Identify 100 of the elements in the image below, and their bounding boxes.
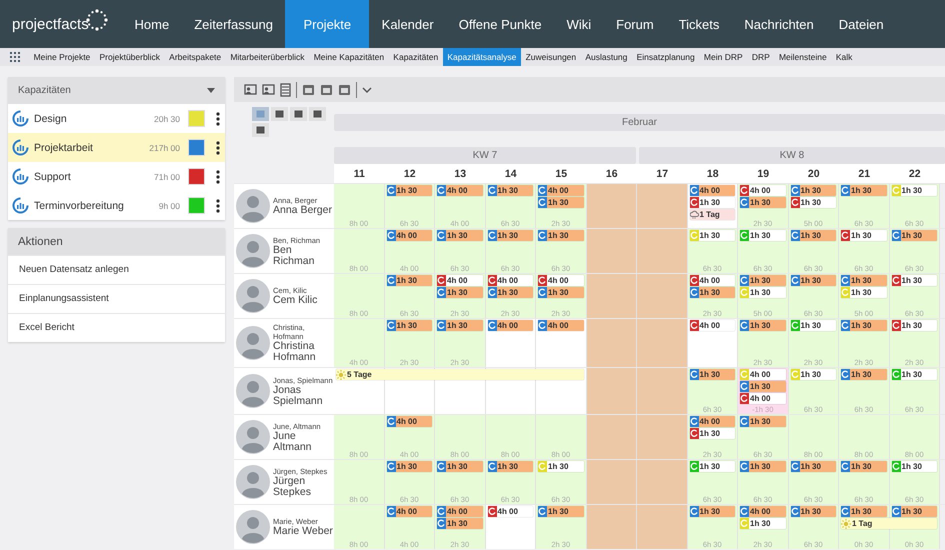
booking-entry[interactable]: 4h 00 [690, 185, 735, 196]
booking-entry[interactable]: 1h 30 [892, 185, 937, 196]
booking-entry[interactable]: 1h 30 [740, 381, 786, 392]
calendar-icon[interactable] [320, 83, 333, 96]
booking-entry[interactable]: 4h 00 [386, 416, 432, 427]
subnav-tab[interactable]: DRP [747, 48, 774, 66]
booking-entry[interactable]: 4h 00 [740, 369, 786, 380]
more-menu-icon[interactable] [216, 198, 220, 212]
nav-tab[interactable]: Home [122, 0, 182, 48]
booking-entry[interactable]: 4h 00 [437, 275, 482, 286]
booking-entry[interactable]: 1h 30 [790, 197, 836, 208]
view-button[interactable] [309, 107, 326, 121]
capacity-dropdown[interactable]: Kapazitäten [8, 77, 225, 104]
subnav-tab[interactable]: Meine Projekte [29, 48, 95, 66]
nav-tab[interactable]: Projekte [285, 0, 370, 48]
subnav-tab[interactable]: Projektüberblick [94, 48, 165, 66]
action-link[interactable]: Neuen Datensatz anlegen [8, 255, 225, 284]
booking-entry[interactable]: 4h 00 [437, 506, 482, 517]
booking-entry[interactable]: 1h 30 [892, 230, 937, 241]
booking-entry[interactable]: 1h 30 [437, 461, 482, 472]
booking-entry[interactable]: 1h 30 [841, 230, 886, 241]
booking-entry[interactable]: 1h 30 [690, 369, 735, 380]
subnav-tab[interactable]: Einsatzplanung [632, 48, 700, 66]
nav-tab[interactable]: Offene Punkte [446, 0, 554, 48]
view-button[interactable] [271, 107, 288, 121]
booking-entry[interactable]: 1h 30 [740, 518, 786, 529]
booking-entry[interactable]: 1h 30 [841, 275, 886, 286]
booking-entry[interactable]: 1h 30 [892, 320, 937, 331]
booking-entry[interactable]: 1h 30 [892, 275, 937, 286]
vacation-bar[interactable]: 5 Tage [336, 369, 584, 380]
chevron-down-icon[interactable] [362, 86, 372, 92]
booking-entry[interactable]: 1h 30 [690, 506, 735, 517]
booking-entry[interactable]: 1h 30 [488, 185, 533, 196]
booking-entry[interactable]: 1h 30 [386, 320, 432, 331]
subnav-tab[interactable]: Mein DRP [699, 48, 748, 66]
nav-tab[interactable]: Wiki [554, 0, 604, 48]
view-button[interactable] [290, 107, 307, 121]
booking-entry[interactable]: 1h 30 [538, 461, 584, 472]
booking-entry[interactable]: 1h 30 [740, 197, 786, 208]
capacity-item[interactable]: Projektarbeit 217h 00 [8, 133, 225, 162]
booking-entry[interactable]: 4h 00 [386, 230, 432, 241]
booking-entry[interactable]: 4h 00 [538, 320, 584, 331]
subnav-tab[interactable]: Kapazitätsanalyse [442, 48, 521, 66]
booking-entry[interactable]: 1h 30 [488, 287, 533, 298]
booking-entry[interactable]: 1h 30 [488, 461, 533, 472]
booking-entry[interactable]: 4h 00 [538, 275, 584, 286]
booking-entry[interactable]: 1h 30 [538, 506, 584, 517]
absence-entry[interactable]: 1 Tag [690, 209, 735, 220]
booking-entry[interactable]: 4h 00 [740, 393, 786, 404]
calendar-icon[interactable] [302, 83, 315, 96]
nav-tab[interactable]: Tickets [666, 0, 732, 48]
capacity-item[interactable]: Design 20h 30 [8, 104, 225, 133]
booking-entry[interactable]: 1h 30 [841, 461, 886, 472]
person-calendar-icon[interactable] [262, 83, 275, 96]
booking-entry[interactable]: 1h 30 [538, 197, 584, 208]
booking-entry[interactable]: 1h 30 [790, 506, 836, 517]
more-menu-icon[interactable] [216, 170, 220, 184]
nav-tab[interactable]: Zeiterfassung [182, 0, 286, 48]
booking-entry[interactable]: 4h 00 [488, 506, 533, 517]
booking-entry[interactable]: 1h 30 [437, 518, 482, 529]
booking-entry[interactable]: 4h 00 [488, 320, 533, 331]
booking-entry[interactable]: 1h 30 [841, 369, 886, 380]
booking-entry[interactable]: 1h 30 [841, 320, 886, 331]
action-link[interactable]: Einplanungsassistent [8, 284, 225, 313]
booking-entry[interactable]: 1h 30 [690, 230, 735, 241]
booking-entry[interactable]: 4h 00 [690, 275, 735, 286]
booking-entry[interactable]: 1h 30 [841, 506, 886, 517]
booking-entry[interactable]: 1h 30 [690, 287, 735, 298]
booking-entry[interactable]: 1h 30 [740, 320, 786, 331]
action-link[interactable]: Excel Bericht [8, 313, 225, 342]
booking-entry[interactable]: 1h 30 [740, 287, 786, 298]
booking-entry[interactable]: 1h 30 [740, 230, 786, 241]
nav-tab[interactable]: Kalender [369, 0, 446, 48]
nav-tab[interactable]: Forum [604, 0, 666, 48]
subnav-tab[interactable]: Arbeitspakete [164, 48, 226, 66]
booking-entry[interactable]: 1h 30 [538, 230, 584, 241]
booking-entry[interactable]: 1h 30 [437, 230, 482, 241]
booking-entry[interactable]: 1h 30 [386, 275, 432, 286]
more-menu-icon[interactable] [216, 140, 220, 154]
booking-entry[interactable]: 1h 30 [690, 461, 735, 472]
booking-entry[interactable]: 4h 00 [740, 506, 786, 517]
booking-entry[interactable]: 1h 30 [740, 416, 786, 427]
calendar-icon[interactable] [338, 83, 351, 96]
booking-entry[interactable]: 4h 00 [740, 185, 786, 196]
booking-entry[interactable]: 4h 00 [437, 185, 482, 196]
booking-entry[interactable]: 1h 30 [437, 287, 482, 298]
booking-entry[interactable]: 1h 30 [790, 320, 836, 331]
vacation-bar[interactable]: 1 Tag [841, 518, 937, 529]
subnav-tab[interactable]: Zuweisungen [520, 48, 581, 66]
booking-entry[interactable]: 1h 30 [740, 275, 786, 286]
booking-entry[interactable]: 1h 30 [790, 461, 836, 472]
booking-entry[interactable]: 1h 30 [740, 461, 786, 472]
booking-entry[interactable]: 1h 30 [841, 185, 886, 196]
person-calendar-icon[interactable] [244, 83, 257, 96]
booking-entry[interactable]: 1h 30 [690, 197, 735, 208]
subnav-tab[interactable]: Auslastung [580, 48, 632, 66]
booking-entry[interactable]: 1h 30 [488, 230, 533, 241]
booking-entry[interactable]: 1h 30 [892, 369, 937, 380]
booking-entry[interactable]: 1h 30 [437, 320, 482, 331]
booking-entry[interactable]: 4h 00 [690, 416, 735, 427]
